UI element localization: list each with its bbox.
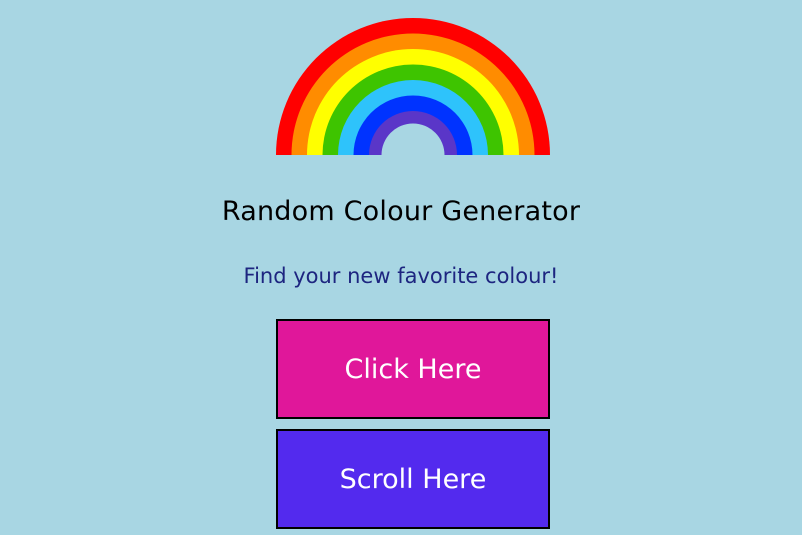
page-subtitle: Find your new favorite colour! — [243, 264, 559, 288]
page: Random Colour Generator Find your new fa… — [0, 0, 802, 535]
page-title: Random Colour Generator — [221, 196, 581, 227]
click-here-button[interactable]: Click Here — [276, 319, 550, 419]
scroll-here-button[interactable]: Scroll Here — [276, 429, 550, 529]
rainbow-icon — [276, 18, 550, 155]
